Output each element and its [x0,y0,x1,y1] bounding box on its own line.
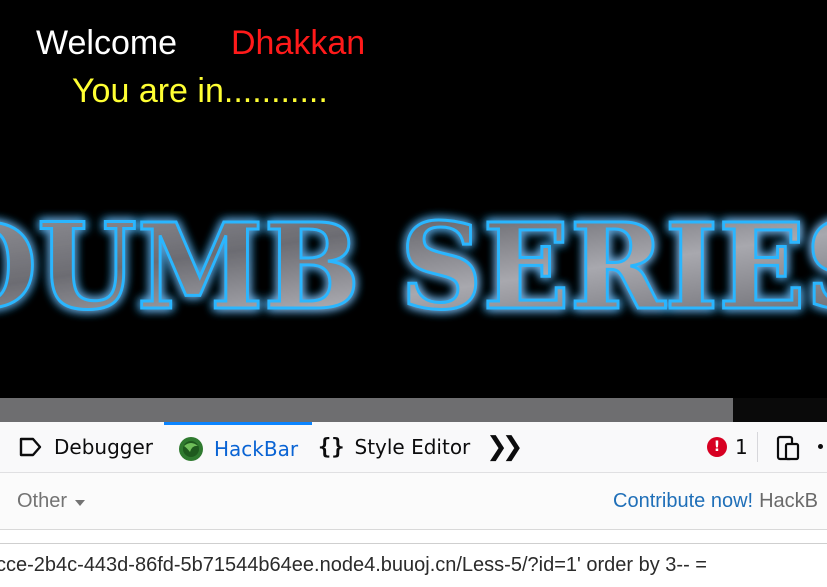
tab-label: Style Editor [354,435,471,459]
dumb-series-banner: DUMB SERIES [0,196,827,336]
tab-hackbar[interactable]: HackBar [164,422,313,472]
hackbar-icon [178,436,204,462]
tab-debugger[interactable]: Debugger [18,422,153,472]
more-options-icon[interactable] [818,444,823,449]
error-icon: ! [707,437,727,457]
url-value[interactable]: cce-2b4c-443d-86fd-5b71544b64ee.node4.bu… [0,554,707,577]
login-status-text: You are in........... [72,72,328,110]
hackbar-url-field[interactable]: cce-2b4c-443d-86fd-5b71544b64ee.node4.bu… [0,543,827,587]
banner-text: DUMB SERIES [0,197,827,335]
error-count-badge[interactable]: ! 1 [707,422,748,472]
scrollbar-thumb[interactable] [0,398,733,422]
chevron-down-icon [75,499,86,506]
horizontal-scrollbar[interactable] [0,398,827,422]
responsive-design-icon[interactable] [775,435,803,465]
contribute-text: HackB [759,489,818,512]
other-dropdown[interactable]: Other [17,473,86,529]
chevron-double-right-icon[interactable]: ❯❯ [486,422,523,472]
devtools-tab-bar: Debugger HackBar {} Style Editor ❯❯ ! 1 [0,422,827,473]
debugger-icon [18,436,44,458]
tab-label: Debugger [54,435,153,459]
tab-style-editor[interactable]: {} Style Editor [318,422,470,472]
contribute-banner: Contribute now! HackB [613,473,818,529]
braces-icon: {} [318,434,345,460]
toolbar-divider [757,432,758,462]
username-text: Dhakkan [231,24,366,62]
dropdown-label: Other [17,489,68,512]
contribute-link[interactable]: Contribute now! [613,490,753,513]
web-page-content: Welcome Dhakkan You are in........... DU… [0,0,827,398]
welcome-text: Welcome [36,24,178,62]
tab-label: HackBar [214,436,299,461]
hackbar-toolbar: Other Contribute now! HackB [0,473,827,530]
error-count: 1 [735,435,748,459]
